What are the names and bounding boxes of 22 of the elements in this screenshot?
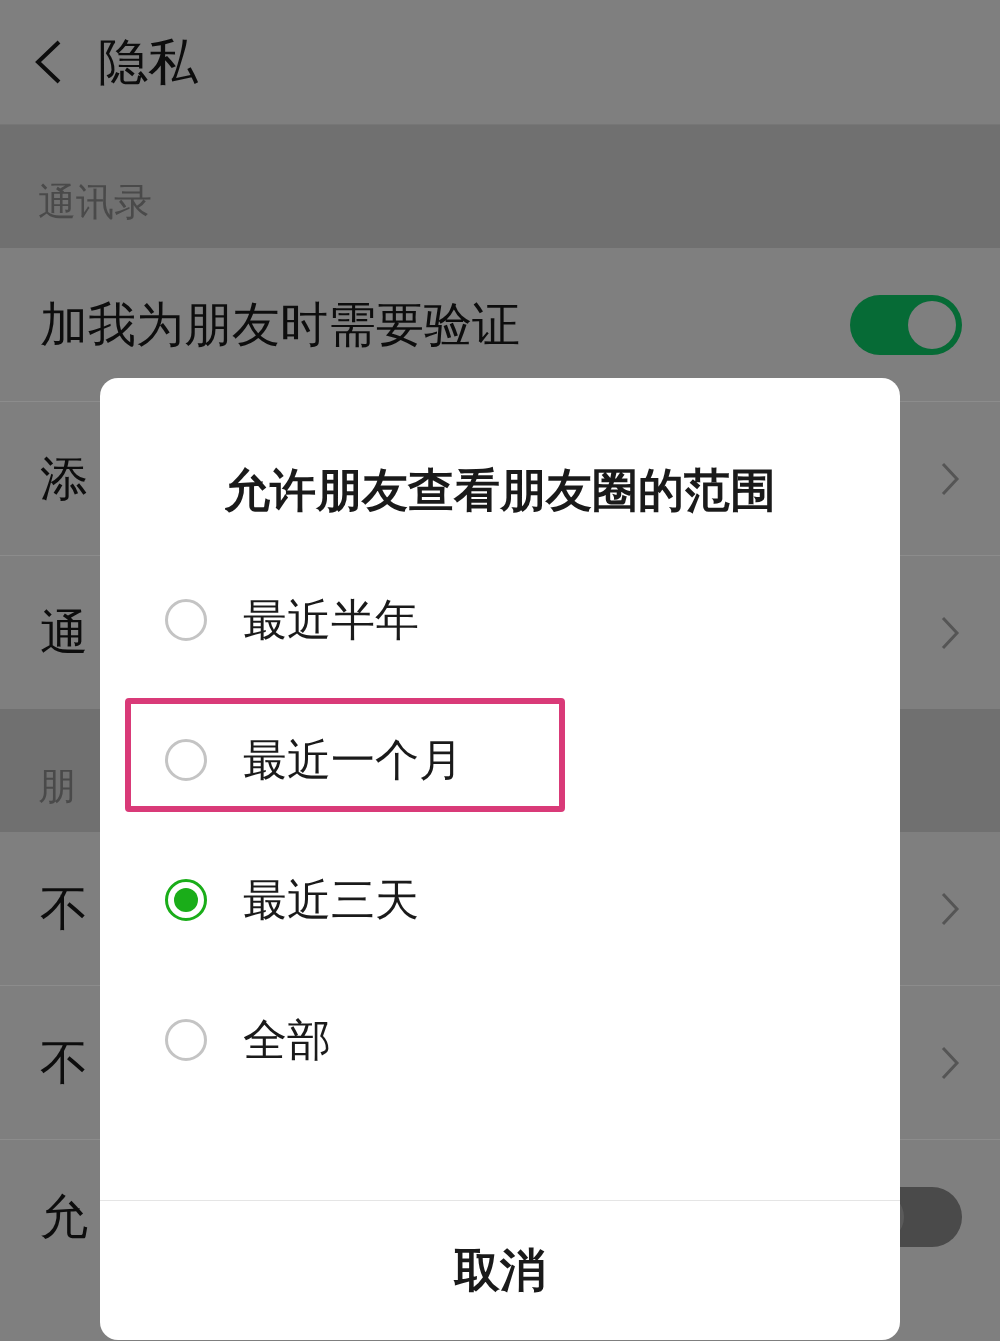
radio-button[interactable] [165,739,207,781]
setting-label: 不 [40,1032,88,1092]
radio-button[interactable] [165,599,207,641]
setting-label: 添 [40,448,88,508]
radio-button[interactable] [165,879,207,921]
chevron-right-icon [940,614,960,651]
page-title: 隐私 [98,31,198,93]
setting-label: 通 [40,602,88,662]
option-label: 最近三天 [243,872,419,927]
dialog-title: 允许朋友查看朋友圈的范围 [223,462,777,519]
option-label: 最近一个月 [243,732,463,787]
setting-label: 不 [40,878,88,938]
cancel-button[interactable]: 取消 [100,1200,900,1340]
setting-label: 加我为朋友时需要验证 [40,294,520,354]
chevron-right-icon [940,460,960,497]
setting-label: 允 [40,1186,88,1246]
back-icon[interactable] [34,39,62,85]
option-label: 最近半年 [243,592,419,647]
chevron-right-icon [940,890,960,927]
option-label: 全部 [243,1012,331,1067]
radio-button[interactable] [165,1019,207,1061]
chevron-right-icon [940,1044,960,1081]
